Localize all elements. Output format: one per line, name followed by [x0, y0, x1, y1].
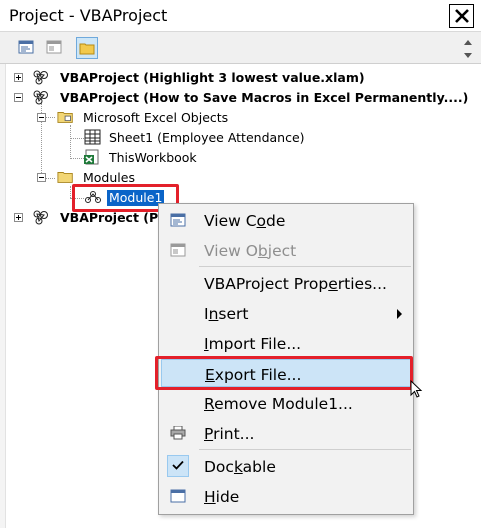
- menu-item-view-object[interactable]: View Object: [161, 236, 411, 264]
- submenu-arrow-icon: [397, 309, 402, 319]
- menu-separator: [199, 266, 411, 267]
- view-object-icon: [46, 40, 62, 54]
- tree-node-project-2[interactable]: VBAProject (How to Save Macros in Excel …: [14, 89, 474, 107]
- menu-item-label: VBAProject Properties...: [204, 275, 387, 293]
- tree-node-excel-objects[interactable]: Microsoft Excel Objects: [37, 109, 457, 127]
- menu-item-label: Import File...: [204, 335, 302, 353]
- menu-item-hide[interactable]: Hide: [161, 482, 411, 510]
- tree-line: [70, 186, 71, 198]
- menu-item-print[interactable]: Print...: [161, 419, 411, 447]
- tree-node-project-3[interactable]: VBAProject (PE: [14, 209, 167, 227]
- expand-toggle[interactable]: [14, 213, 23, 222]
- vba-project-icon: [33, 70, 48, 85]
- menu-item-label: Dockable: [204, 458, 276, 476]
- view-code-icon: [170, 213, 186, 227]
- window-title: Project - VBAProject: [9, 6, 168, 25]
- tree-label: Microsoft Excel Objects: [83, 110, 229, 125]
- tree-label: Sheet1 (Employee Attendance): [109, 130, 305, 145]
- collapse-toggle[interactable]: [37, 113, 46, 122]
- tree-line: [70, 125, 71, 159]
- tree-label: VBAProject (PE: [60, 210, 167, 225]
- toolbar-scroll-arrows[interactable]: [460, 35, 476, 63]
- view-object-button[interactable]: [44, 37, 66, 59]
- scroll-arrows-icon: [460, 35, 476, 63]
- vba-project-icon: [33, 90, 48, 105]
- tree-left-edge: [0, 64, 6, 528]
- tree-label: VBAProject (Highlight 3 lowest value.xla…: [60, 70, 365, 85]
- menu-item-remove-module1[interactable]: Remove Module1...: [161, 389, 411, 417]
- printer-icon: [170, 426, 186, 440]
- close-icon: [455, 9, 469, 23]
- menu-item-label: View Object: [204, 242, 297, 260]
- menu-item-label: Hide: [204, 488, 240, 506]
- mouse-pointer-icon: [410, 380, 423, 398]
- menu-item-view-code[interactable]: View Code: [161, 206, 411, 234]
- tree-node-thisworkbook[interactable]: ThisWorkbook: [84, 149, 464, 167]
- menu-item-dockable[interactable]: Dockable: [161, 452, 411, 480]
- tree-node-sheet1[interactable]: Sheet1 (Employee Attendance): [84, 129, 464, 147]
- menu-item-vbaproject-properties[interactable]: VBAProject Properties...: [161, 269, 411, 297]
- close-button[interactable]: [449, 4, 474, 28]
- tree-label: ThisWorkbook: [109, 150, 197, 165]
- checkmark-icon: [172, 460, 184, 470]
- toggle-folders-button[interactable]: [76, 37, 98, 59]
- export-file-highlight-box: [155, 356, 413, 390]
- worksheet-icon: [84, 129, 101, 145]
- toolbar: [0, 32, 481, 64]
- menu-item-label: View Code: [204, 212, 286, 230]
- folder-icon: [57, 172, 73, 183]
- view-code-icon: [18, 40, 34, 54]
- menu-item-insert[interactable]: Insert: [161, 299, 411, 327]
- title-bar: Project - VBAProject: [0, 0, 481, 32]
- folder-icon: [57, 112, 73, 123]
- view-code-button[interactable]: [16, 37, 38, 59]
- menu-item-label: Remove Module1...: [204, 395, 353, 413]
- view-object-icon: [170, 243, 186, 257]
- tree-node-project-1[interactable]: VBAProject (Highlight 3 lowest value.xla…: [14, 69, 474, 87]
- vba-project-icon: [33, 210, 48, 225]
- menu-item-label: Insert: [204, 305, 249, 323]
- tree-label: VBAProject (How to Save Macros in Excel …: [60, 90, 469, 105]
- expand-toggle[interactable]: [14, 73, 23, 82]
- tree-line: [70, 138, 84, 139]
- menu-item-label: Print...: [204, 425, 255, 443]
- collapse-toggle[interactable]: [14, 93, 23, 102]
- collapse-toggle[interactable]: [37, 173, 46, 182]
- tree-line: [70, 158, 84, 159]
- window-icon: [170, 489, 186, 503]
- toggle-folders-icon: [79, 43, 95, 55]
- workbook-icon: [84, 149, 99, 165]
- menu-separator: [199, 449, 411, 450]
- menu-item-import-file[interactable]: Import File...: [161, 329, 411, 357]
